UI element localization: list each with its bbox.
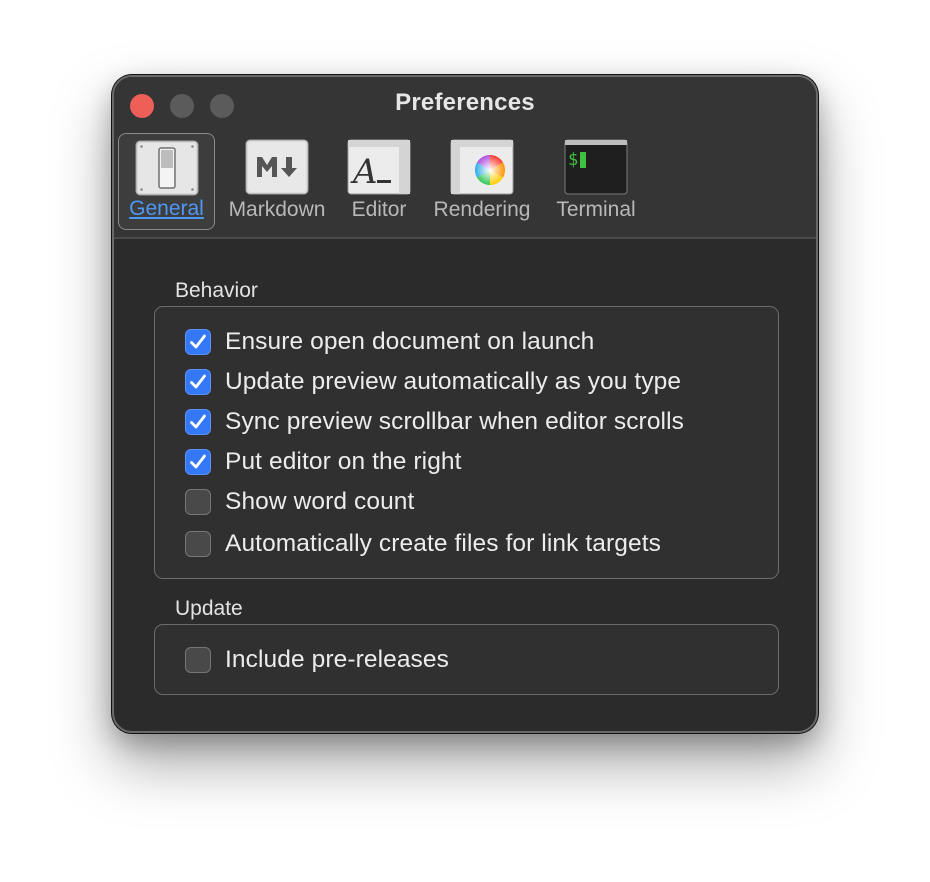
create-link-files-checkbox[interactable] xyxy=(185,531,211,557)
checkmark-icon xyxy=(190,414,206,429)
sync-scrollbar-checkbox-row[interactable]: Sync preview scrollbar when editor scrol… xyxy=(185,406,684,438)
ensure-open-document-label: Ensure open document on launch xyxy=(225,328,595,355)
word-count-checkbox[interactable] xyxy=(185,489,211,515)
editor-on-right-label: Put editor on the right xyxy=(225,448,462,475)
create-link-files-checkbox-row[interactable]: Automatically create files for link targ… xyxy=(185,528,661,560)
word-count-checkbox-row[interactable]: Show word count xyxy=(185,486,414,518)
checkmark-icon xyxy=(190,454,206,469)
behavior-group-box: Ensure open document on launch Update pr… xyxy=(154,306,779,579)
pre-releases-checkbox[interactable] xyxy=(185,647,211,673)
tab-rendering[interactable]: Rendering xyxy=(426,133,538,230)
text-editor-icon: A xyxy=(347,139,411,195)
create-link-files-label: Automatically create files for link targ… xyxy=(225,530,661,557)
pre-releases-checkbox-row[interactable]: Include pre-releases xyxy=(185,644,449,676)
editor-on-right-checkbox-row[interactable]: Put editor on the right xyxy=(185,446,462,478)
tab-editor[interactable]: A Editor xyxy=(338,133,420,230)
color-wheel-icon xyxy=(450,139,514,195)
update-group-box: Include pre-releases xyxy=(154,624,779,695)
tab-general-label: General xyxy=(129,197,204,220)
svg-text:A: A xyxy=(350,152,378,192)
sync-scrollbar-label: Sync preview scrollbar when editor scrol… xyxy=(225,408,684,435)
pre-releases-label: Include pre-releases xyxy=(225,646,449,673)
switch-icon xyxy=(135,140,198,196)
tab-terminal[interactable]: $ Terminal xyxy=(548,133,644,230)
tab-markdown-label: Markdown xyxy=(228,198,326,221)
tab-terminal-label: Terminal xyxy=(556,198,636,221)
tab-editor-label: Editor xyxy=(351,198,407,221)
behavior-group-label: Behavior xyxy=(175,279,258,302)
terminal-icon: $ xyxy=(564,139,628,195)
tab-general[interactable]: General xyxy=(118,133,215,230)
window-title: Preferences xyxy=(395,89,535,116)
svg-text:$: $ xyxy=(568,150,578,170)
word-count-label: Show word count xyxy=(225,488,415,515)
preferences-window: Preferences General Markdown A Editor Re… xyxy=(112,75,818,733)
checkmark-icon xyxy=(190,374,206,389)
ensure-open-document-checkbox[interactable] xyxy=(185,329,211,355)
update-preview-checkbox[interactable] xyxy=(185,369,211,395)
tab-markdown[interactable]: Markdown xyxy=(224,133,330,230)
markdown-icon xyxy=(245,139,309,195)
tab-rendering-label: Rendering xyxy=(433,198,531,221)
checkmark-icon xyxy=(190,334,206,349)
ensure-open-document-checkbox-row[interactable]: Ensure open document on launch xyxy=(185,326,594,358)
title-bar: Preferences General Markdown A Editor Re… xyxy=(114,77,816,239)
update-preview-checkbox-row[interactable]: Update preview automatically as you type xyxy=(185,366,681,398)
update-group-label: Update xyxy=(175,597,243,620)
editor-on-right-checkbox[interactable] xyxy=(185,449,211,475)
sync-scrollbar-checkbox[interactable] xyxy=(185,409,211,435)
update-preview-label: Update preview automatically as you type xyxy=(225,368,682,395)
